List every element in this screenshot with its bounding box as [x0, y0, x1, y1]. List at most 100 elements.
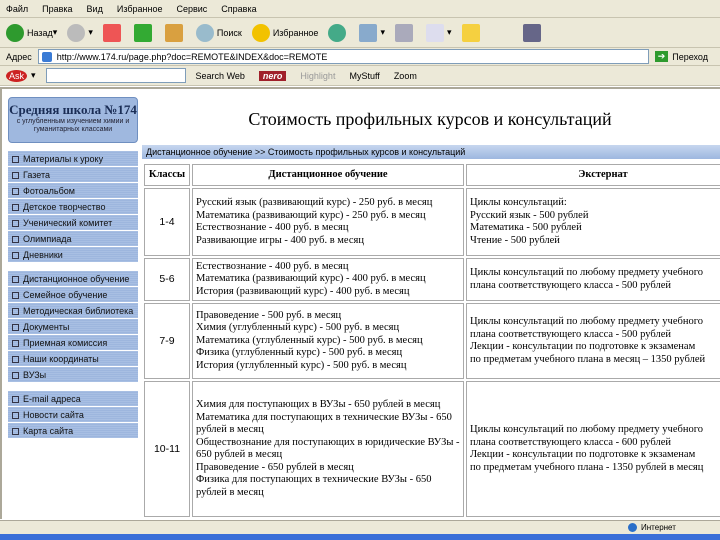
school-name: Средняя школа №174: [9, 102, 137, 117]
menu-tools[interactable]: Сервис: [176, 4, 207, 14]
menu-file[interactable]: Файл: [6, 4, 28, 14]
sidebar-item[interactable]: Наши координаты: [8, 351, 138, 367]
printer-icon: [394, 23, 413, 42]
mail-icon: [359, 23, 378, 42]
breadcrumb[interactable]: Дистанционное обучение >> Стоимость проф…: [142, 145, 720, 159]
address-input[interactable]: http://www.174.ru/page.php?doc=REMOTE&IN…: [37, 49, 649, 64]
print-button[interactable]: [394, 23, 416, 42]
table-row: 1-4 Русский язык (развивающий курс) - 250…: [144, 188, 720, 256]
messenger-icon: [522, 23, 541, 42]
address-bar: Адрес http://www.174.ru/page.php?doc=REM…: [0, 48, 720, 66]
history-button[interactable]: [328, 23, 349, 42]
sidebar-item[interactable]: Методическая библиотека: [8, 303, 138, 319]
header-distance: Дистанционное обучение: [192, 164, 464, 186]
header-external: Экстернат: [466, 164, 720, 186]
sidebar-item[interactable]: E-mail адреса: [8, 391, 138, 407]
price-line: Правоведение - 500 руб. в месяц: [196, 309, 342, 321]
price-line: Лекции - консультации по подготовке к эк…: [470, 341, 696, 352]
price-line: Циклы консультаций по любому предмету уч…: [470, 316, 704, 327]
school-logo[interactable]: Средняя школа №174 с углубленным изучени…: [8, 97, 138, 143]
price-line: Математика - 500 рублей: [470, 222, 582, 233]
mail-button[interactable]: ▾: [359, 23, 385, 42]
distance-cell: Естествознание - 400 руб. в месяц Математ…: [192, 258, 464, 301]
address-label: Адрес: [6, 51, 32, 62]
nero-button[interactable]: nero: [258, 70, 287, 81]
home-button[interactable]: [164, 23, 186, 42]
menu-favorites[interactable]: Избранное: [117, 4, 163, 14]
sidebar: Средняя школа №174 с углубленным изучени…: [8, 97, 138, 439]
favorites-button[interactable]: Избранное: [251, 23, 318, 42]
menu-help[interactable]: Справка: [221, 4, 256, 14]
grade-cell: 5-6: [144, 258, 190, 301]
table-row: 5-6 Естествознание - 400 руб. в месяц Мате…: [144, 258, 720, 301]
history-icon: [328, 23, 347, 42]
search-icon: [195, 23, 214, 42]
back-arrow-icon: [6, 23, 24, 42]
price-line: Циклы консультаций:: [470, 197, 567, 208]
sidebar-item[interactable]: Фотоальбом: [8, 183, 138, 199]
sidebar-item[interactable]: Документы: [8, 319, 138, 335]
price-line: Русский язык - 500 рублей: [470, 209, 589, 221]
back-button[interactable]: Назад ▾: [6, 23, 57, 42]
table-row: 10-11 Химия для поступающих в ВУЗы - 650 …: [144, 381, 720, 517]
external-cell: Циклы консультаций: Русский язык - 500 ру…: [466, 188, 720, 256]
search-web-button[interactable]: Search Web: [196, 71, 245, 81]
price-line: Циклы консультаций по любому предмету уч…: [470, 424, 704, 435]
highlight-button[interactable]: Highlight: [300, 71, 335, 81]
star-icon: [251, 23, 270, 42]
external-cell: Циклы консультаций по любому предмету уч…: [466, 258, 720, 301]
internet-zone: Интернет: [628, 523, 676, 532]
price-line: Химия (углубленный курс) - 500 руб. в ме…: [196, 322, 400, 334]
price-line: плана соответствующего класса - 500 рубл…: [470, 328, 671, 340]
sidebar-item[interactable]: ВУЗы: [8, 367, 138, 383]
sidebar-item[interactable]: Олимпиада: [8, 231, 138, 247]
sidebar-item[interactable]: Детское творчество: [8, 199, 138, 215]
price-line: по предметам учебного плана - 1350 рубле…: [470, 461, 704, 473]
messenger-button[interactable]: [522, 23, 544, 42]
sidebar-item[interactable]: Материалы к уроку: [8, 151, 138, 167]
sidebar-item[interactable]: Приемная комиссия: [8, 335, 138, 351]
sidebar-group: Дистанционное обучение Семейное обучение М…: [8, 271, 138, 383]
distance-cell: Русский язык (развивающий курс) - 250 ру…: [192, 188, 464, 256]
price-line: История (углубленный курс) - 500 руб. в …: [196, 359, 407, 371]
home-icon: [164, 23, 183, 42]
go-button[interactable]: Переход: [672, 52, 708, 62]
price-line: Правоведение - 650 рублей в месяц: [196, 461, 354, 473]
word-button[interactable]: ▾: [425, 23, 452, 42]
menu-view[interactable]: Вид: [87, 4, 103, 14]
sidebar-item[interactable]: Семейное обучение: [8, 287, 138, 303]
notes-button[interactable]: [461, 23, 483, 42]
price-line: Естествознание - 400 руб. в месяц: [196, 222, 349, 233]
external-cell: Циклы консультаций по любому предмету уч…: [466, 381, 720, 517]
refresh-button[interactable]: [133, 23, 155, 42]
price-line: История (развивающий курс) - 400 руб. в …: [196, 285, 410, 297]
page-title: Стоимость профильных курсов и консультац…: [248, 109, 612, 129]
grade-cell: 1-4: [144, 188, 190, 256]
sidebar-item[interactable]: Ученический комитет: [8, 215, 138, 231]
stop-button[interactable]: [102, 23, 124, 42]
sidebar-item[interactable]: Дневники: [8, 247, 138, 263]
price-line: Русский язык (развивающий курс) - 250 ру…: [196, 197, 433, 208]
grade-cell: 7-9: [144, 303, 190, 379]
ask-logo-icon[interactable]: Ask: [6, 69, 28, 82]
menu-edit[interactable]: Правка: [42, 4, 72, 14]
ask-search-input[interactable]: [45, 68, 186, 83]
sidebar-group: E-mail адреса Новости сайта Карта сайта: [8, 391, 138, 439]
search-button[interactable]: Поиск: [195, 23, 242, 42]
go-arrow-icon[interactable]: ➔: [654, 51, 669, 62]
sidebar-item[interactable]: Газета: [8, 167, 138, 183]
mystuff-button[interactable]: MyStuff: [349, 71, 379, 81]
forward-button[interactable]: ▾: [67, 23, 93, 42]
menu-bar: Файл Правка Вид Избранное Сервис Справка: [0, 0, 720, 18]
sidebar-item[interactable]: Карта сайта: [8, 423, 138, 439]
price-line: Чтение - 500 рублей: [470, 234, 560, 246]
note-icon: [461, 23, 480, 42]
price-line: Лекции - консультации по подготовке к эк…: [470, 449, 696, 460]
sidebar-item[interactable]: Дистанционное обучение: [8, 271, 138, 287]
distance-cell: Правоведение - 500 руб. в месяц Химия (уг…: [192, 303, 464, 379]
price-line: Развивающие игры - 400 руб. в месяц: [196, 234, 364, 246]
zoom-button[interactable]: Zoom: [394, 71, 417, 81]
sidebar-item[interactable]: Новости сайта: [8, 407, 138, 423]
price-line: Циклы консультаций по любому предмету уч…: [470, 267, 704, 278]
price-line: Математика (развивающий курс) - 400 руб.…: [196, 273, 426, 285]
